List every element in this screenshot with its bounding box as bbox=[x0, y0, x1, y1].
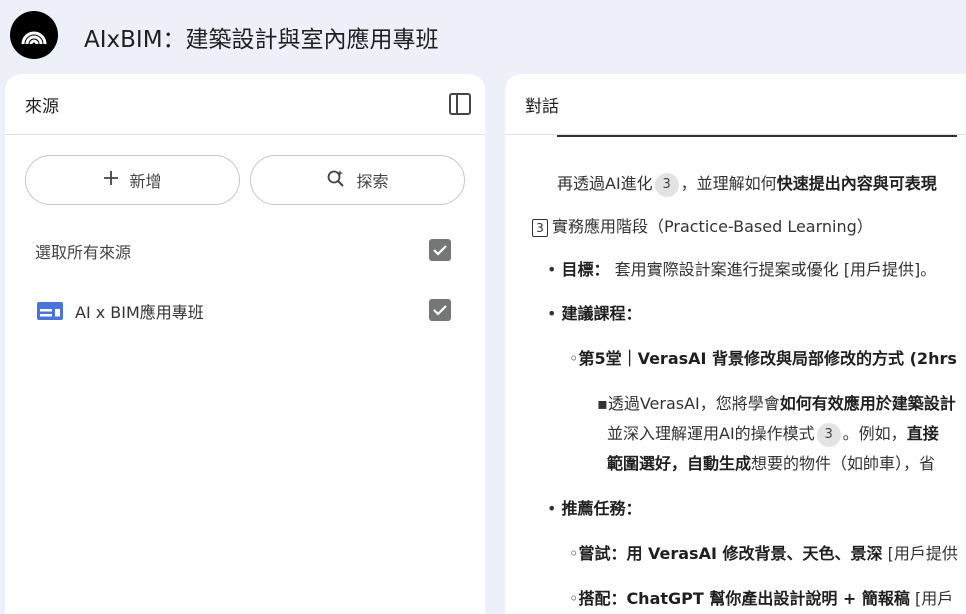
add-source-button[interactable]: 新增 bbox=[25, 155, 240, 205]
text: 並深入理解運用AI的操作模式 bbox=[607, 424, 815, 443]
bullet: ▪ bbox=[597, 394, 608, 413]
chat-title: 對話 bbox=[525, 97, 559, 117]
bold-text: 第5堂｜VerasAI 背景修改與局部修改的方式 (2hrs bbox=[578, 349, 957, 368]
text: [用戶 bbox=[909, 589, 954, 608]
text: 想要的物件（如帥車），省 bbox=[751, 454, 936, 473]
paragraph-line: 再透過AI進化 3 ，並理解如何快速提出內容與可表現 bbox=[557, 170, 937, 197]
list-item: ◦嘗試：用 VerasAI 修改背景、天色、景深 [用戶提供 bbox=[569, 540, 958, 564]
select-all-checkbox[interactable] bbox=[429, 239, 451, 261]
bold-text: 嘗試：用 VerasAI 修改背景、天色、景深 bbox=[578, 544, 883, 563]
bold-text: 搭配：ChatGPT 幫你產出設計說明 + 簡報稿 bbox=[578, 589, 910, 608]
chat-panel: 對話 再透過AI進化 3 ，並理解如何快速提出內容與可表現 3 實務應用階段（Prac… bbox=[505, 74, 966, 614]
list-item: ◦搭配：ChatGPT 幫你產出設計說明 + 簡報稿 [用戶 bbox=[569, 585, 953, 609]
top-bar: AIxBIM：建築設計與室內應用專班 bbox=[0, 0, 966, 70]
source-item-checkbox[interactable] bbox=[429, 299, 451, 321]
bold-text: 直接 bbox=[906, 424, 939, 443]
sources-panel: 來源 新增 探索 選取所有來源 AI x BIM應用專班 bbox=[5, 74, 485, 614]
chat-header: 對話 bbox=[505, 74, 966, 135]
source-item[interactable]: AI x BIM應用專班 bbox=[5, 290, 485, 330]
bold-text: 如何有效應用於建築設計 bbox=[779, 394, 956, 413]
citation-badge[interactable]: 3 bbox=[654, 172, 679, 197]
bold-text: 目標： bbox=[561, 260, 610, 279]
cut-off-line bbox=[557, 135, 957, 137]
bold-text: 範圍選好，自動生成 bbox=[607, 454, 752, 473]
paragraph-line: 並深入理解運用AI的操作模式 3 。例如，直接 bbox=[607, 420, 939, 447]
bold-text: 快速提出內容與可表現 bbox=[776, 174, 937, 193]
section-number-icon: 3 bbox=[532, 218, 548, 237]
bold-text: 推薦任務： bbox=[561, 499, 642, 518]
web-page-icon bbox=[37, 302, 63, 324]
explore-label: 探索 bbox=[356, 172, 389, 191]
app-title[interactable]: AIxBIM：建築設計與室內應用專班 bbox=[84, 20, 439, 54]
bold-text: 建議課程： bbox=[561, 304, 642, 323]
add-source-label: 新增 bbox=[129, 172, 162, 191]
list-item: • 目標： 套用實際設計案進行提案或優化 [用戶提供]。 bbox=[547, 256, 936, 280]
notebook-waves-icon[interactable] bbox=[10, 11, 58, 59]
citation-badge[interactable]: 3 bbox=[816, 422, 841, 447]
list-item: ◦第5堂｜VerasAI 背景修改與局部修改的方式 (2hrs bbox=[569, 345, 957, 369]
bullet: • bbox=[547, 260, 557, 279]
bullet: • bbox=[547, 499, 557, 518]
list-item: • 建議課程： bbox=[547, 300, 642, 324]
text: [用戶提供 bbox=[882, 544, 958, 563]
list-item: • 推薦任務： bbox=[547, 495, 642, 519]
sources-header: 來源 bbox=[5, 74, 485, 135]
select-all-row[interactable]: 選取所有來源 bbox=[5, 230, 485, 270]
bullet: • bbox=[547, 304, 557, 323]
text: 。例如， bbox=[842, 424, 907, 443]
section-title: 實務應用階段（Practice-Based Learning） bbox=[552, 217, 873, 236]
sources-title: 來源 bbox=[25, 97, 59, 117]
select-all-label: 選取所有來源 bbox=[35, 243, 132, 262]
list-item: ▪透過VerasAI，您將學會如何有效應用於建築設計 bbox=[597, 390, 956, 414]
plus-icon bbox=[103, 170, 119, 190]
text: 套用實際設計案進行提案或優化 [用戶提供]。 bbox=[609, 260, 937, 279]
chat-response: 再透過AI進化 3 ，並理解如何快速提出內容與可表現 3 實務應用階段（Practic… bbox=[505, 135, 966, 614]
sparkle-search-icon bbox=[326, 168, 346, 192]
text: 再透過AI進化 bbox=[557, 174, 653, 193]
paragraph-line: 範圍選好，自動生成想要的物件（如帥車），省 bbox=[607, 450, 935, 474]
panel-toggle-icon[interactable] bbox=[448, 92, 472, 116]
text: ，並理解如何 bbox=[680, 174, 777, 193]
section-heading: 3 實務應用階段（Practice-Based Learning） bbox=[532, 213, 873, 237]
text: 透過VerasAI，您將學會 bbox=[607, 394, 780, 413]
source-item-label: AI x BIM應用專班 bbox=[75, 303, 204, 322]
explore-sources-button[interactable]: 探索 bbox=[250, 155, 465, 205]
